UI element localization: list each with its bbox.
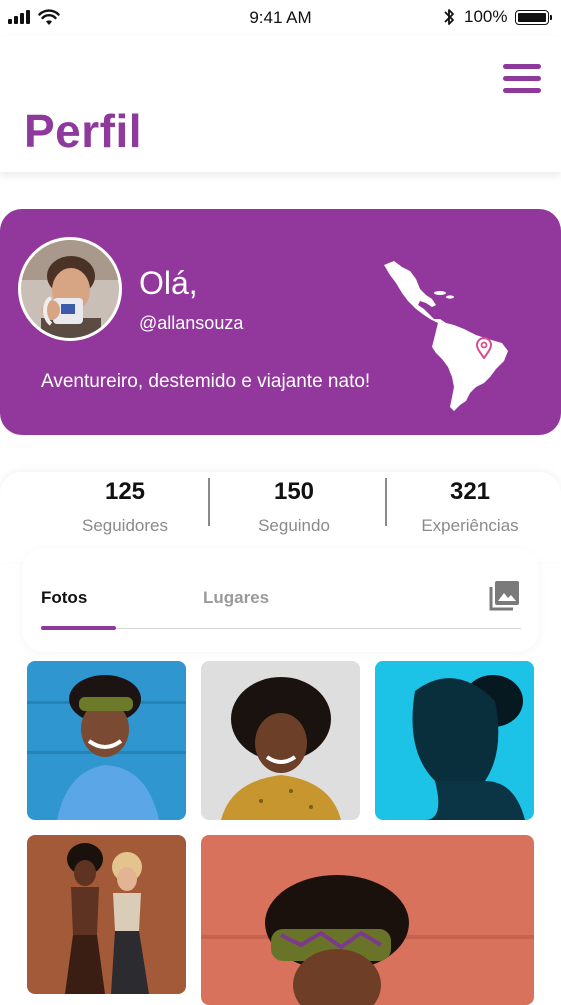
woman-headwrap-pink-wall <box>201 835 534 1005</box>
username-handle: @allansouza <box>139 313 244 333</box>
battery-icon <box>515 10 552 25</box>
avatar[interactable] <box>18 237 122 341</box>
photo-library-icon[interactable] <box>488 580 520 612</box>
greeting: Olá, <box>139 265 198 301</box>
hamburger-menu-icon[interactable] <box>503 62 543 94</box>
bluetooth-icon <box>444 9 454 25</box>
stat-value: 125 <box>104 478 146 505</box>
woman-blue-light-portrait <box>375 661 534 820</box>
active-tab-indicator <box>41 626 116 630</box>
stat-label: Experiências <box>421 516 519 535</box>
bio-text: Aventureiro, destemido e viajante nato! <box>41 371 371 392</box>
tab-fotos[interactable]: Fotos <box>41 588 87 608</box>
header: Perfil <box>0 36 561 172</box>
stat-value: 150 <box>273 478 315 505</box>
photo-tile[interactable] <box>27 835 186 994</box>
tab-lugares[interactable]: Lugares <box>203 588 269 608</box>
latin-america-map-icon <box>384 261 508 411</box>
photo-tile[interactable] <box>201 835 534 1005</box>
stat-experiences[interactable]: 321 Experiências <box>385 478 555 536</box>
page-title: Perfil <box>24 105 143 157</box>
stat-label: Seguidores <box>81 516 168 535</box>
stat-following[interactable]: 150 Seguindo <box>209 478 379 536</box>
stat-value: 321 <box>449 478 491 505</box>
photo-tile[interactable] <box>27 661 186 820</box>
woman-headwrap-blue-wall <box>27 661 186 820</box>
location-pin-icon <box>476 337 492 359</box>
status-bar: 9:41 AM 100% <box>0 0 561 36</box>
two-women-dancing <box>27 835 186 994</box>
battery-percentage: 100% <box>464 7 508 26</box>
stat-label: Seguindo <box>258 516 330 535</box>
stat-followers[interactable]: 125 Seguidores <box>40 478 210 536</box>
man-afro-yellow-shirt <box>201 661 360 820</box>
photo-tile[interactable] <box>375 661 534 820</box>
profile-card: Olá, @allansouza Aventureiro, destemido … <box>0 209 561 435</box>
photo-tile[interactable] <box>201 661 360 820</box>
content-tabs: Fotos Lugares <box>22 548 539 652</box>
